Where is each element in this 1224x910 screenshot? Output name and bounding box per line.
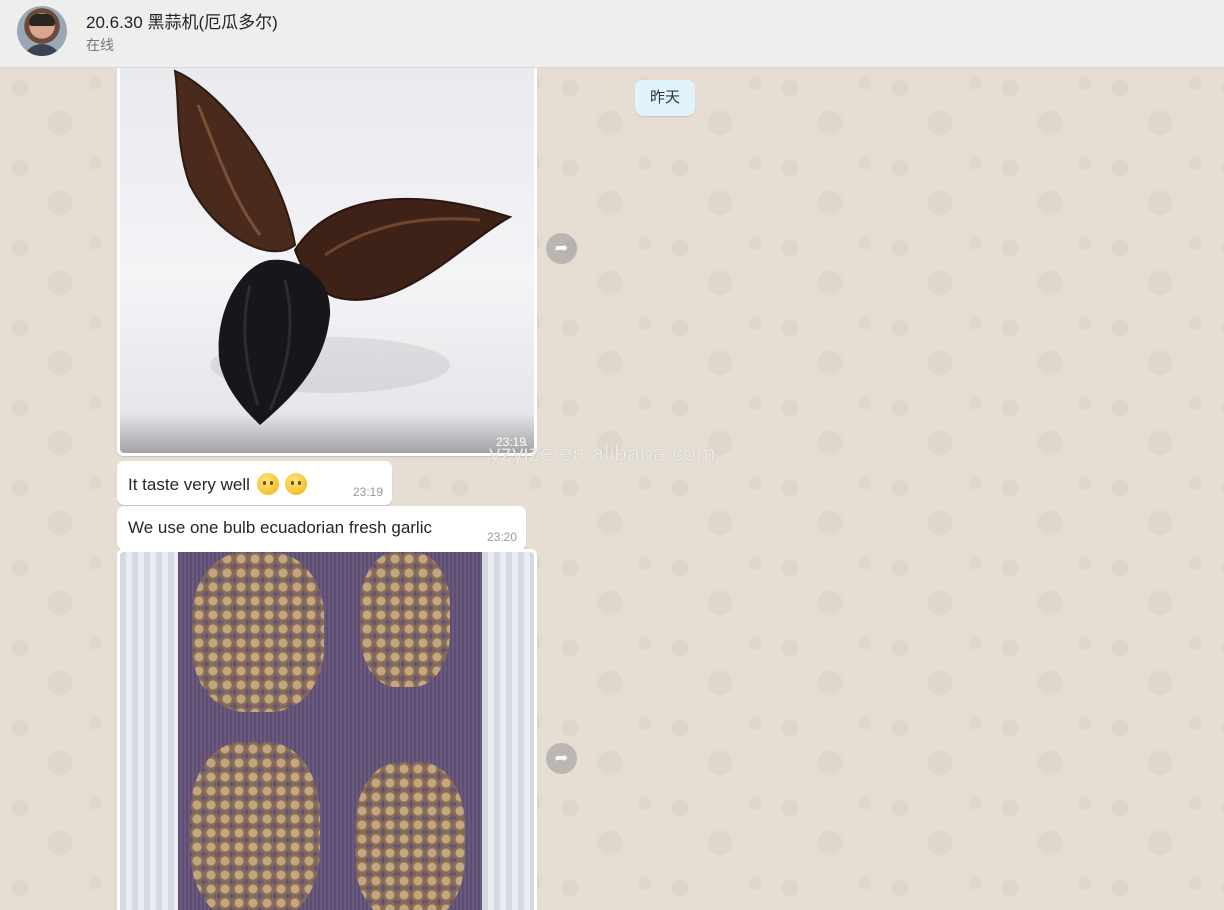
smirking-face-icon — [285, 473, 308, 495]
chat-header: 20.6.30 黑蒜机(厄瓜多尔) 在线 — [0, 0, 1224, 68]
message-body: We use one bulb ecuadorian fresh garlic — [128, 518, 432, 537]
black-garlic-image — [173, 69, 513, 425]
image-message[interactable] — [117, 549, 537, 910]
image-message[interactable]: 23:19 — [117, 68, 537, 456]
chat-title[interactable]: 20.6.30 黑蒜机(厄瓜多尔) — [86, 8, 278, 33]
slightly-smiling-face-icon — [256, 473, 279, 495]
image-shade — [120, 413, 534, 453]
message-body: It taste very well — [128, 475, 250, 494]
message-text: It taste very well — [128, 473, 308, 495]
contact-avatar[interactable] — [17, 6, 67, 56]
black-garlic-photo[interactable]: 23:19 — [120, 68, 534, 453]
crate-left-wall — [120, 552, 178, 910]
watermark: yzyize.en.alibaba.com — [489, 440, 716, 466]
crate-right-wall — [482, 552, 534, 910]
text-message[interactable]: It taste very well 23:19 — [117, 461, 392, 505]
date-separator: 昨天 — [635, 80, 695, 116]
forward-icon[interactable]: ➦ — [546, 743, 577, 774]
avatar-hair — [29, 14, 55, 26]
garlic-pile — [360, 552, 450, 687]
garlic-crate-photo[interactable] — [120, 552, 534, 910]
garlic-pile — [192, 552, 324, 712]
garlic-pile — [190, 742, 320, 910]
garlic-pile — [355, 762, 465, 910]
message-timestamp: 23:20 — [486, 530, 517, 544]
text-message[interactable]: We use one bulb ecuadorian fresh garlic … — [117, 506, 526, 550]
contact-status: 在线 — [86, 37, 114, 53]
forward-icon[interactable]: ➦ — [546, 233, 577, 264]
message-timestamp: 23:19 — [352, 485, 383, 499]
avatar-shirt — [22, 44, 62, 56]
chat-area: 昨天 23:19 ➦ It taste very well 23:19 We u… — [0, 68, 1224, 910]
